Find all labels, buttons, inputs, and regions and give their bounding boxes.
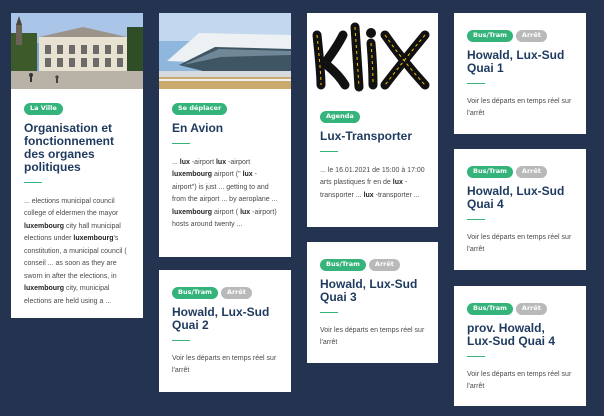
bus-tram-badge: Bus/Tram — [172, 287, 218, 299]
result-card-en-avion[interactable]: Se déplacer En Avion ... lux -airport lu… — [159, 13, 291, 257]
highlighted-keyword: luxembourg — [172, 171, 213, 179]
divider — [320, 311, 338, 313]
divider — [467, 355, 485, 357]
excerpt-fragment: -transporter ... — [373, 191, 420, 199]
arret-badge: Arrêt — [515, 303, 547, 315]
divider — [172, 339, 190, 341]
excerpt-fragment: airport ( — [212, 208, 241, 216]
card-text: Voir les départs en temps réel sur l'arr… — [320, 326, 425, 347]
bus-tram-badge: Bus/Tram — [467, 166, 513, 178]
card-title[interactable]: Howald, Lux-Sud Quai 3 — [320, 277, 425, 304]
result-card-quai-1[interactable]: Bus/Tram Arrêt Howald, Lux-Sud Quai 1 Vo… — [454, 13, 586, 134]
card-excerpt: ... le 16.01.2021 de 15:00 à 17:00 arts … — [320, 165, 425, 203]
card-title[interactable]: Howald, Lux-Sud Quai 1 — [467, 48, 573, 75]
town-hall-photo — [11, 13, 143, 89]
card-title[interactable]: Howald, Lux-Sud Quai 2 — [172, 305, 278, 332]
card-text: Voir les départs en temps réel sur l'arr… — [467, 370, 572, 391]
highlighted-keyword: lux — [179, 158, 190, 166]
result-card-organisation[interactable]: La Ville Organisation et fonctionnement … — [11, 13, 143, 318]
divider — [320, 150, 338, 152]
bus-tram-badge: Bus/Tram — [320, 259, 366, 271]
divider — [24, 181, 42, 183]
excerpt-fragment: ... le 16.01.2021 de 15:00 à 17:00 arts … — [320, 166, 425, 187]
category-badge: Agenda — [320, 111, 360, 123]
category-badge: La Ville — [24, 103, 63, 115]
highlighted-keyword: lux — [392, 179, 403, 187]
bus-tram-badge: Bus/Tram — [467, 30, 513, 42]
card-text: Voir les départs en temps réel sur l'arr… — [467, 97, 572, 118]
excerpt-fragment: -airport — [226, 158, 251, 166]
highlighted-keyword: lux — [240, 208, 251, 216]
divider — [172, 142, 190, 144]
excerpt-fragment: -airport — [189, 158, 216, 166]
card-excerpt: ... elections municipal council college … — [24, 196, 130, 309]
airport-terminal-photo — [159, 13, 291, 89]
excerpt-fragment: ... — [172, 158, 180, 166]
excerpt-fragment: ... elections municipal council college … — [24, 197, 119, 218]
highlighted-keyword: lux — [363, 191, 374, 199]
card-title[interactable]: En Avion — [172, 121, 278, 135]
highlighted-keyword: luxembourg — [24, 285, 65, 293]
divider — [467, 82, 485, 84]
card-text: Voir les départs en temps réel sur l'arr… — [467, 233, 572, 254]
highlighted-keyword: luxembourg — [24, 222, 65, 230]
category-badge: Se déplacer — [172, 103, 228, 115]
arret-badge: Arrêt — [515, 166, 547, 178]
arret-badge: Arrêt — [515, 30, 547, 42]
card-text: Voir les départs en temps réel sur l'arr… — [172, 354, 277, 375]
arret-badge: Arrêt — [220, 287, 252, 299]
divider — [467, 218, 485, 220]
arret-badge: Arrêt — [368, 259, 400, 271]
highlighted-keyword: luxembourg — [172, 208, 213, 216]
klix-logo — [307, 13, 438, 97]
result-card-quai-3[interactable]: Bus/Tram Arrêt Howald, Lux-Sud Quai 3 Vo… — [307, 242, 438, 363]
highlighted-keyword: luxembourg — [73, 235, 114, 243]
card-title[interactable]: Lux-Transporter — [320, 129, 425, 143]
bus-tram-badge: Bus/Tram — [467, 303, 513, 315]
result-card-lux-transporter[interactable]: Agenda Lux-Transporter ... le 16.01.2021… — [307, 13, 438, 227]
card-title[interactable]: Howald, Lux-Sud Quai 4 — [467, 184, 573, 211]
card-title[interactable]: Organisation et fonctionnement des organ… — [24, 121, 130, 174]
result-card-prov-quai-4[interactable]: Bus/Tram Arrêt prov. Howald, Lux-Sud Qua… — [454, 286, 586, 406]
excerpt-fragment: airport (" — [212, 171, 243, 179]
card-excerpt: ... lux -airport lux -airport luxembourg… — [172, 157, 278, 232]
highlighted-keyword: lux — [242, 171, 253, 179]
result-card-quai-2[interactable]: Bus/Tram Arrêt Howald, Lux-Sud Quai 2 Vo… — [159, 270, 291, 392]
result-card-quai-4[interactable]: Bus/Tram Arrêt Howald, Lux-Sud Quai 4 Vo… — [454, 149, 586, 270]
highlighted-keyword: lux — [215, 158, 227, 166]
card-title[interactable]: prov. Howald, Lux-Sud Quai 4 — [467, 321, 573, 348]
